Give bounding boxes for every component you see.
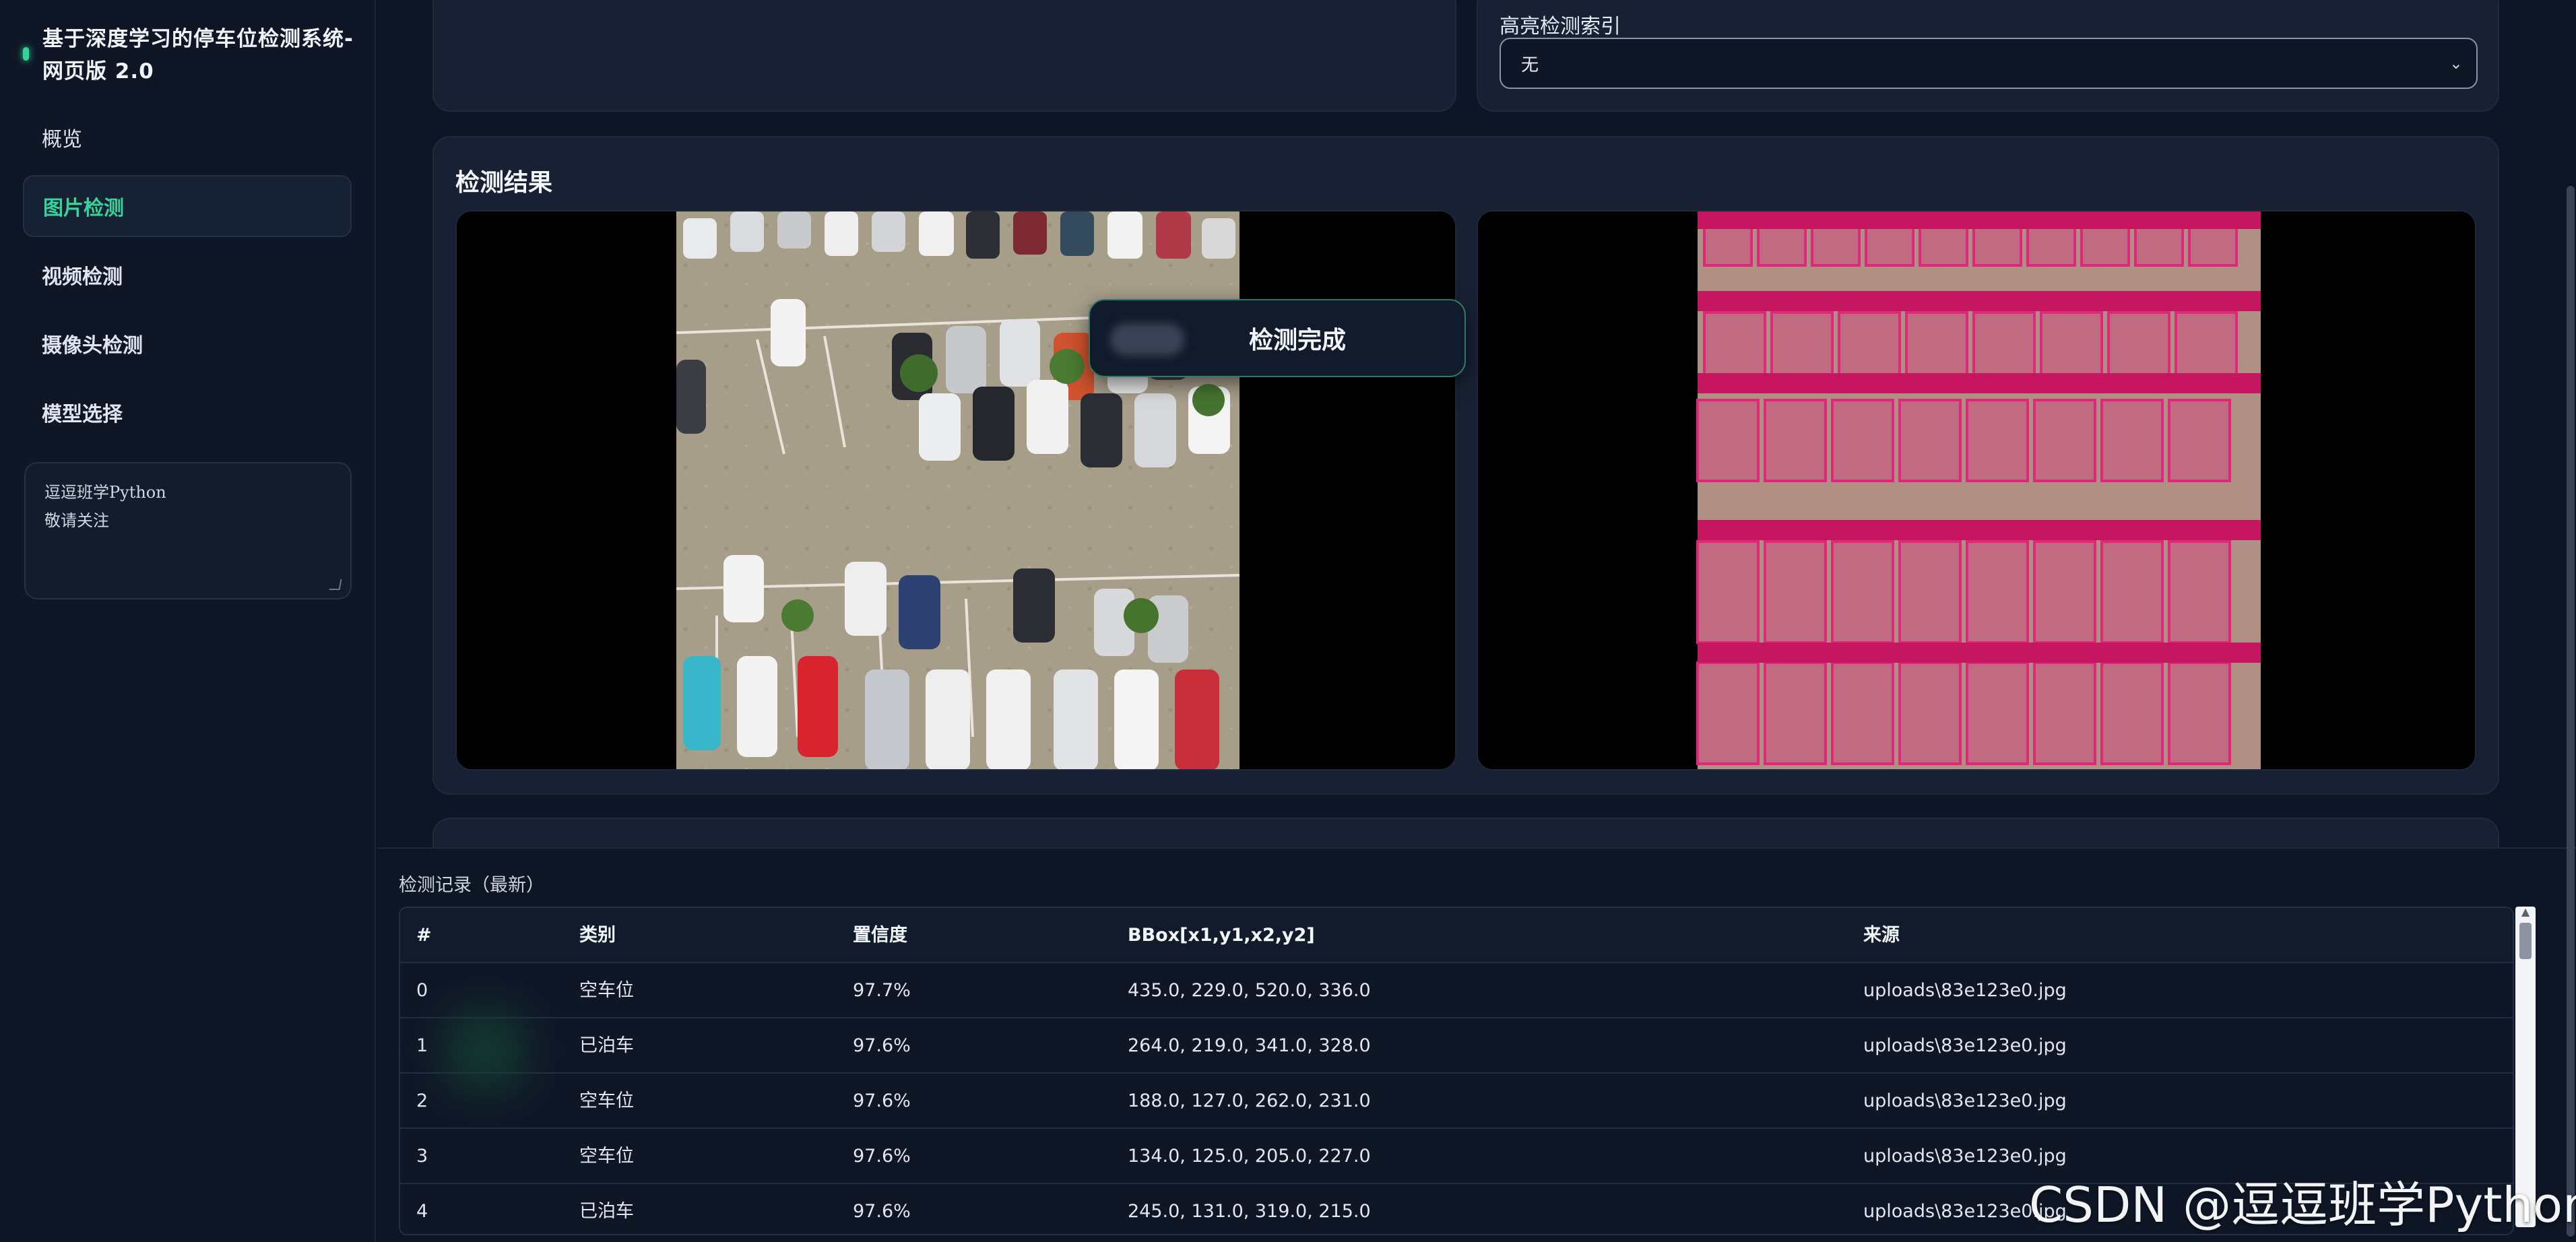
cell-class: 空车位	[579, 980, 634, 1001]
toast-notification: 检测完成	[1089, 299, 1466, 377]
toast-message: 检测完成	[1248, 327, 1346, 354]
highlight-index-label: 高亮检测索引	[1500, 15, 1621, 38]
original-image-panel	[455, 210, 1456, 771]
cell-index: 0	[416, 980, 428, 1001]
note-textarea[interactable]: 逗逗班学Python 敬请关注	[24, 462, 352, 599]
cell-confidence: 97.6%	[853, 1090, 911, 1111]
cell-confidence: 97.6%	[853, 1201, 911, 1222]
watermark: CSDN @逗逗班学Python	[2029, 1177, 2576, 1233]
results-title: 检测结果	[455, 169, 553, 197]
upload-card	[432, 0, 1456, 112]
resize-grip-icon[interactable]	[329, 579, 342, 590]
cell-index: 3	[416, 1146, 428, 1167]
cell-class: 空车位	[579, 1146, 634, 1167]
cell-source: uploads\83e123e0.jpg	[1863, 1090, 2067, 1111]
column-header[interactable]: 置信度	[853, 908, 907, 963]
cell-bbox: 435.0, 229.0, 520.0, 336.0	[1128, 980, 1371, 1001]
cell-index: 1	[416, 1035, 428, 1056]
sidebar-nav: 概览 图片检测 视频检测 摄像头检测 模型选择	[23, 106, 352, 450]
cell-class: 空车位	[579, 1090, 634, 1111]
cell-class: 已泊车	[579, 1035, 634, 1056]
annotated-image-panel	[1477, 210, 2476, 771]
chevron-down-icon: ⌄	[2449, 54, 2463, 73]
status-dot-icon	[23, 47, 29, 61]
brand: 基于深度学习的停车位检测系统-网页版 2.0	[23, 23, 360, 88]
parking-lot-detections	[1478, 211, 2475, 769]
cell-confidence: 97.7%	[853, 980, 911, 1001]
note-text: 逗逗班学Python 敬请关注	[44, 483, 166, 530]
scrollbar-thumb[interactable]	[2519, 923, 2532, 959]
column-header[interactable]: #	[416, 908, 432, 963]
cell-class: 已泊车	[579, 1201, 634, 1222]
cell-bbox: 188.0, 127.0, 262.0, 231.0	[1128, 1090, 1371, 1111]
cell-bbox: 134.0, 125.0, 205.0, 227.0	[1128, 1146, 1371, 1167]
sidebar-item-video-detection[interactable]: 视频检测	[23, 244, 352, 306]
cell-source: uploads\83e123e0.jpg	[1863, 980, 2067, 1001]
sidebar-item-model-select[interactable]: 模型选择	[23, 381, 352, 443]
column-header[interactable]: 来源	[1863, 908, 1900, 963]
cell-index: 2	[416, 1090, 428, 1111]
cell-index: 4	[416, 1201, 428, 1222]
cell-bbox: 264.0, 219.0, 341.0, 328.0	[1128, 1035, 1371, 1056]
sidebar: 基于深度学习的停车位检测系统-网页版 2.0 概览 图片检测 视频检测 摄像头检…	[0, 0, 376, 1242]
cell-source: uploads\83e123e0.jpg	[1863, 1035, 2067, 1056]
highlight-index-value: 无	[1521, 55, 1539, 75]
page-scrollbar[interactable]	[2567, 186, 2575, 1237]
sidebar-item-camera-detection[interactable]: 摄像头检测	[23, 313, 352, 374]
table-row[interactable]: 2 空车位 97.6% 188.0, 127.0, 262.0, 231.0 u…	[400, 1074, 2513, 1129]
column-header[interactable]: BBox[x1,y1,x2,y2]	[1128, 908, 1315, 963]
cell-confidence: 97.6%	[853, 1146, 911, 1167]
cell-bbox: 245.0, 131.0, 319.0, 215.0	[1128, 1201, 1371, 1222]
scroll-up-icon[interactable]: ▲	[2515, 905, 2536, 918]
app-title: 基于深度学习的停车位检测系统-网页版 2.0	[42, 27, 354, 84]
sidebar-item-overview[interactable]: 概览	[23, 106, 352, 168]
table-row[interactable]: 0 空车位 97.7% 435.0, 229.0, 520.0, 336.0 u…	[400, 963, 2513, 1018]
sidebar-item-image-detection[interactable]: 图片检测	[23, 175, 352, 237]
records-title: 检测记录（最新）	[399, 875, 544, 896]
cell-confidence: 97.6%	[853, 1035, 911, 1056]
parking-lot-photo	[457, 211, 1455, 769]
highlight-index-select[interactable]: 无 ⌄	[1500, 38, 2478, 89]
table-row[interactable]: 1 已泊车 97.6% 264.0, 219.0, 341.0, 328.0 u…	[400, 1018, 2513, 1074]
toast-icon	[1110, 323, 1184, 356]
table-header-row: # 类别 置信度 BBox[x1,y1,x2,y2] 来源	[400, 908, 2513, 963]
blurred-region	[445, 1010, 525, 1091]
app-root: 基于深度学习的停车位检测系统-网页版 2.0 概览 图片检测 视频检测 摄像头检…	[0, 0, 2576, 1242]
column-header[interactable]: 类别	[579, 908, 616, 963]
